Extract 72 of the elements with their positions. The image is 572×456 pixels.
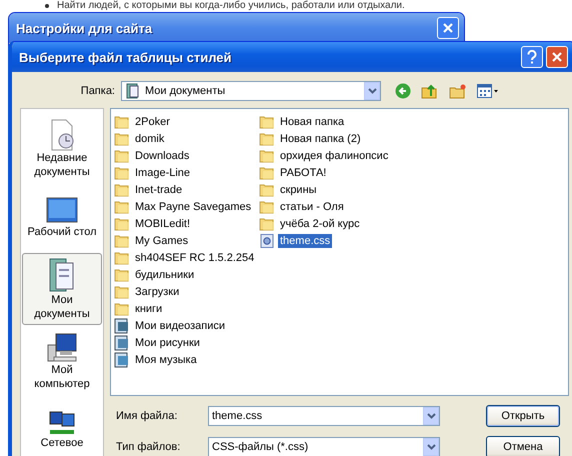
folder-icon [259,148,275,162]
close-button[interactable] [437,17,459,39]
file-item[interactable]: Мои рисунки [133,336,202,350]
bullet-icon [45,4,49,8]
folder-icon [114,200,130,214]
file-item[interactable]: орхидея фалинопсис [278,148,390,162]
folder-icon [114,182,130,196]
new-folder-icon[interactable] [449,83,467,99]
folder-icon [114,284,130,298]
file-item[interactable]: Inet-trade [133,182,184,196]
file-item[interactable]: Загрузки [133,284,182,298]
file-type-dropdown[interactable]: CSS-файлы (*.css) [208,437,440,456]
field-label: Имя файла: [115,410,178,422]
folder-icon [114,132,130,146]
file-item[interactable]: theme.css [278,234,332,248]
file-item[interactable]: Моя музыка [133,352,199,366]
folder-up-icon[interactable] [421,83,439,99]
folder-dropdown[interactable]: Мои документы [121,81,381,101]
folder-icon [259,216,275,230]
file-item[interactable]: domik [133,132,166,146]
page-text: Найти людей, с которыми вы когда-либо учились, работали или отдыхали. [57,0,405,11]
field-label: Тип файлов: [115,441,182,453]
views-menu-icon[interactable] [477,84,499,98]
file-item[interactable]: Downloads [133,148,192,162]
close-button[interactable] [546,46,568,68]
folder-icon [259,200,275,214]
file-item[interactable]: Max Payne Savegames [133,200,254,214]
back-icon[interactable] [395,83,411,99]
file-item[interactable]: скрины [278,182,319,196]
folder-icon [114,166,130,180]
folder-icon [114,302,130,316]
computer-icon [46,333,78,363]
folder-icon [259,182,275,196]
folder-icon [259,114,275,128]
help-icon [526,50,538,64]
folder-icon [114,114,130,128]
file-item[interactable]: Image-Line [133,166,192,180]
window-title: Настройки для сайта [16,20,152,36]
places-item[interactable]: Рабочий стол [22,187,102,249]
cancel-button[interactable]: Отмена [486,436,560,456]
folder-icon [259,132,275,146]
monitor-icon [46,197,78,225]
help-button[interactable] [521,46,543,68]
folder-icon [114,234,130,248]
file-item[interactable]: РАБОТА! [278,166,328,180]
file-item[interactable]: Мои видеозаписи [133,318,228,332]
file-item[interactable]: будильники [133,268,196,282]
file-item[interactable]: книги [133,302,164,316]
folder-label: Папка: [80,85,115,97]
file-item[interactable]: MOBILedit! [133,216,192,230]
folder-icon [114,216,130,230]
file-item[interactable]: sh404SEF RC 1.5.2.254 [133,250,256,264]
folder-icon [114,268,130,282]
documents-icon [125,83,141,99]
places-item[interactable]: Недавние документы [22,115,102,183]
file-item[interactable]: My Games [133,234,190,248]
file-item[interactable]: Новая папка [278,114,346,128]
places-item[interactable]: Мои документы [22,253,102,325]
folder-icon [259,166,275,180]
folder-icon [114,250,130,264]
file-item[interactable]: статьи - Оля [278,200,346,214]
close-icon [442,22,454,34]
file-item[interactable]: Новая папка (2) [278,132,363,146]
close-icon [551,51,563,63]
open-button[interactable]: Открыть [486,405,560,427]
window-title: Выберите файл таблицы стилей [19,50,232,64]
folder-icon [114,148,130,162]
file-item[interactable]: учёба 2-ой курс [278,216,362,230]
file-name-field[interactable]: theme.css [208,406,440,426]
file-item[interactable]: 2Poker [133,114,172,128]
places-item[interactable]: Мой компьютер [22,329,102,395]
places-item[interactable]: Сетевое [22,399,102,456]
